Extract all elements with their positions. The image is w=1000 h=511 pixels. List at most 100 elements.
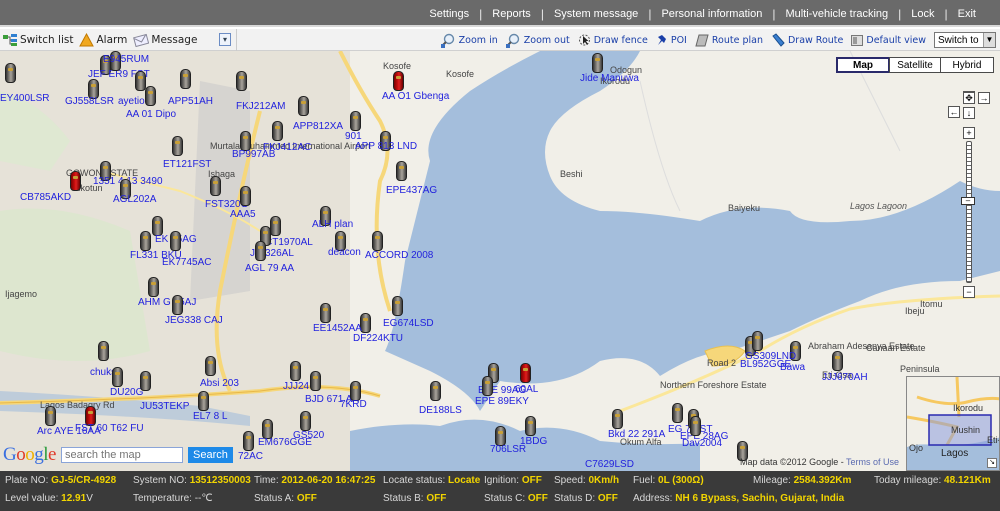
vehicle-marker-icon[interactable]: [172, 295, 183, 315]
vehicle-marker-icon[interactable]: [262, 419, 273, 439]
vehicle-marker-icon[interactable]: [310, 371, 321, 391]
zoom-slider-track[interactable]: [966, 141, 972, 283]
vehicle-marker-icon[interactable]: [255, 241, 266, 261]
vehicle-marker-icon[interactable]: [320, 303, 331, 323]
vehicle-marker-icon[interactable]: [198, 391, 209, 411]
vehicle-plate-label[interactable]: AGL 79 AA: [245, 263, 294, 274]
zoom-in-button[interactable]: Zoom in: [440, 33, 498, 48]
default-view-button[interactable]: Default view: [851, 34, 926, 46]
vehicle-marker-icon[interactable]: [236, 71, 247, 91]
map-type-hybrid-button[interactable]: Hybrid: [940, 57, 994, 73]
vehicle-marker-icon[interactable]: [180, 69, 191, 89]
switch-list-button[interactable]: Switch list: [2, 33, 73, 47]
vehicle-marker-icon[interactable]: [350, 111, 361, 131]
vehicle-marker-icon[interactable]: [243, 431, 254, 451]
vehicle-marker-icon[interactable]: [752, 331, 763, 351]
zoom-out-control-button[interactable]: −: [963, 286, 975, 298]
map-search-input[interactable]: [60, 447, 183, 463]
vehicle-plate-label[interactable]: EG674LSD: [383, 318, 434, 329]
vehicle-plate-label[interactable]: AHM G 95AJ: [138, 297, 196, 308]
vehicle-plate-label[interactable]: JJJ24: [283, 381, 309, 392]
vehicle-plate-label[interactable]: APP 813 LND: [355, 141, 417, 152]
vehicle-plate-label[interactable]: 706LSR: [490, 444, 526, 455]
vehicle-marker-icon[interactable]: [70, 171, 81, 191]
vehicle-plate-label[interactable]: deacon: [328, 247, 361, 258]
nav-multi-vehicle-tracking[interactable]: Multi-vehicle tracking: [775, 8, 898, 20]
draw-fence-button[interactable]: Draw fence: [578, 33, 648, 47]
vehicle-marker-icon[interactable]: [520, 363, 531, 383]
vehicle-plate-label[interactable]: EPE437AG: [386, 185, 437, 196]
vehicle-plate-label[interactable]: JU53TEKP: [140, 401, 189, 412]
vehicle-plate-label[interactable]: AAA5: [230, 209, 256, 220]
vehicle-plate-label[interactable]: FL331 BKU: [130, 250, 182, 261]
vehicle-plate-label[interactable]: ALH plan: [312, 219, 353, 230]
vehicle-plate-label[interactable]: EL7 8 L: [193, 411, 227, 422]
nav-personal-information[interactable]: Personal information: [651, 8, 772, 20]
zoom-out-button[interactable]: Zoom out: [505, 33, 570, 48]
zoom-slider-handle[interactable]: –: [961, 197, 975, 205]
vehicle-plate-label[interactable]: EPE 89EKY: [475, 396, 529, 407]
vehicle-plate-label[interactable]: FKJ212AM: [236, 101, 285, 112]
vehicle-plate-label[interactable]: CT1970AL: [265, 237, 313, 248]
alarm-button[interactable]: Alarm: [79, 33, 127, 47]
vehicle-marker-icon[interactable]: [205, 356, 216, 376]
vehicle-plate-label[interactable]: 7KRD: [340, 399, 367, 410]
vehicle-marker-icon[interactable]: [300, 411, 311, 431]
vehicle-marker-icon[interactable]: [148, 277, 159, 297]
vehicle-marker-icon[interactable]: [5, 63, 16, 83]
vehicle-plate-label[interactable]: JEG338 CAJ: [165, 315, 223, 326]
vehicle-plate-label[interactable]: Absi 203: [200, 378, 239, 389]
poi-button[interactable]: POI: [656, 34, 687, 46]
vehicle-plate-label[interactable]: ACCORD 2008: [365, 250, 433, 261]
vehicle-marker-icon[interactable]: [298, 96, 309, 116]
vehicle-marker-icon[interactable]: [392, 296, 403, 316]
vehicle-plate-label[interactable]: DE188LS: [419, 405, 462, 416]
vehicle-plate-label[interactable]: DF224KTU: [353, 333, 403, 344]
vehicle-marker-icon[interactable]: [832, 351, 843, 371]
nav-exit[interactable]: Exit: [948, 8, 986, 20]
vehicle-marker-icon[interactable]: [145, 86, 156, 106]
vehicle-marker-icon[interactable]: [612, 409, 623, 429]
vehicle-plate-label[interactable]: EY400LSR: [0, 93, 49, 104]
map-type-satellite-button[interactable]: Satellite: [889, 57, 941, 73]
vehicle-marker-icon[interactable]: [690, 416, 701, 436]
vehicle-plate-label[interactable]: CB785AKD: [20, 192, 71, 203]
vehicle-plate-label[interactable]: AGL202A: [113, 194, 156, 205]
vehicle-marker-icon[interactable]: [172, 136, 183, 156]
pan-center-button[interactable]: ✥: [963, 92, 975, 104]
overview-minimap[interactable]: Ikorodu Mushin Lagos Ojo Eti- ↘: [906, 376, 1000, 471]
vehicle-marker-icon[interactable]: [240, 131, 251, 151]
vehicle-plate-label[interactable]: E945RUM: [103, 54, 149, 65]
map-canvas[interactable]: Kosofe Kosofe Odogun Ikorodu Beshi Baiyeku Lag…: [0, 51, 1000, 471]
switch-to-select[interactable]: Switch to ▼: [934, 32, 996, 48]
vehicle-marker-icon[interactable]: [393, 71, 404, 91]
nav-settings[interactable]: Settings: [419, 8, 479, 20]
vehicle-plate-label[interactable]: AA 01 Dipo: [126, 109, 176, 120]
pan-right-button[interactable]: →: [978, 92, 990, 104]
pan-down-button[interactable]: ↓: [963, 107, 975, 119]
vehicle-plate-label[interactable]: 72AC: [238, 451, 263, 462]
nav-lock[interactable]: Lock: [901, 8, 944, 20]
minimap-toggle-button[interactable]: ↘: [987, 458, 997, 468]
vehicle-marker-icon[interactable]: [372, 231, 383, 251]
vehicle-marker-icon[interactable]: [482, 376, 493, 396]
vehicle-plate-label[interactable]: AA O1 Gbenga: [382, 91, 449, 102]
map-type-map-button[interactable]: Map: [836, 57, 890, 73]
message-button[interactable]: Message: [133, 33, 197, 47]
vehicle-plate-label[interactable]: Jide Manuwa: [580, 73, 639, 84]
vehicle-marker-icon[interactable]: [135, 71, 146, 91]
vehicle-marker-icon[interactable]: [210, 176, 221, 196]
vehicle-plate-label[interactable]: FST 60 T62 FU: [75, 423, 144, 434]
vehicle-plate-label[interactable]: JJJ670AH: [822, 372, 868, 383]
vehicle-marker-icon[interactable]: [240, 186, 251, 206]
vehicle-marker-icon[interactable]: [396, 161, 407, 181]
vehicle-plate-label[interactable]: GS309LND: [745, 351, 796, 362]
vehicle-plate-label[interactable]: GJ558LSR: [65, 96, 114, 107]
draw-route-button[interactable]: Draw Route: [771, 33, 843, 47]
vehicle-marker-icon[interactable]: [45, 406, 56, 426]
vehicle-plate-label[interactable]: ET121FST: [163, 159, 211, 170]
vehicle-plate-label[interactable]: EM676GGE: [258, 437, 312, 448]
vehicle-marker-icon[interactable]: [140, 231, 151, 251]
vehicle-marker-icon[interactable]: [112, 367, 123, 387]
vehicle-plate-label[interactable]: ayetio: [118, 96, 145, 107]
